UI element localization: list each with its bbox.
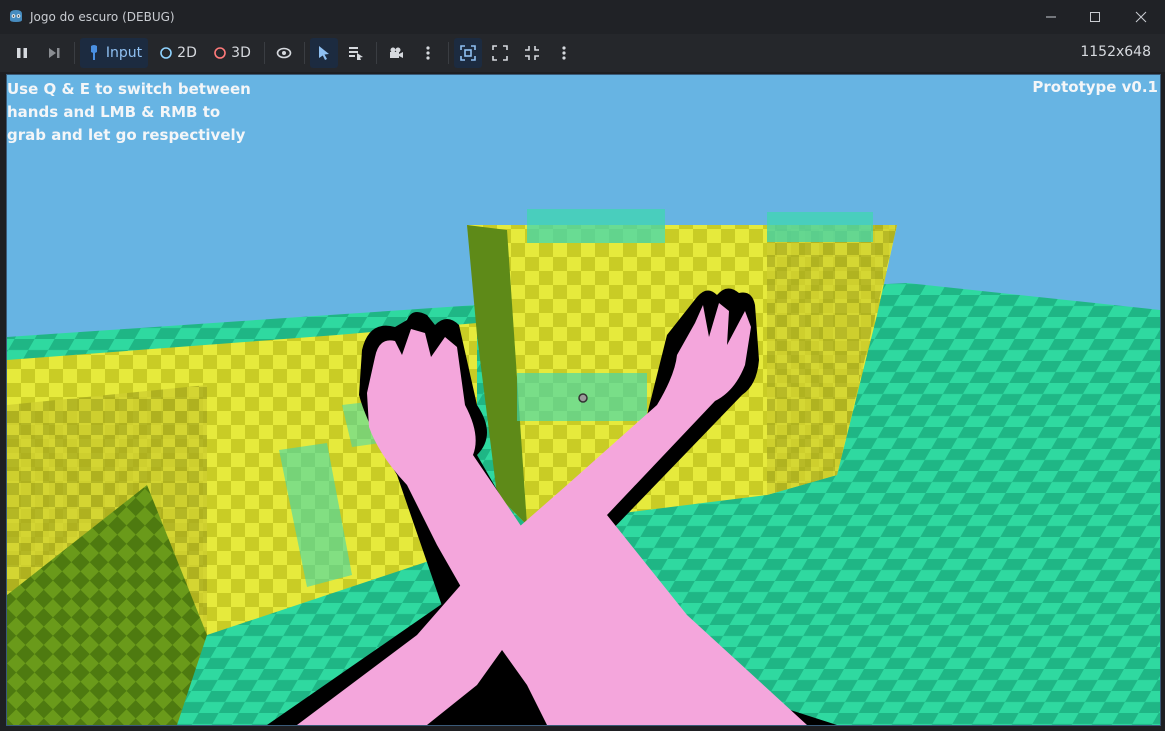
- kebab-menu-icon: [562, 46, 566, 60]
- mode-2d-label: 2D: [177, 45, 197, 61]
- kebab-menu-icon: [426, 46, 430, 60]
- visibility-button[interactable]: [270, 38, 298, 68]
- embed-game-button[interactable]: [454, 38, 482, 68]
- minimize-button[interactable]: [1040, 6, 1062, 28]
- godot-app-icon: [10, 10, 22, 22]
- maximize-button[interactable]: [1084, 6, 1106, 28]
- pause-button[interactable]: [8, 38, 36, 68]
- list-select-button[interactable]: [342, 38, 370, 68]
- shrink-icon: [525, 46, 539, 60]
- embed-frame-icon: [460, 45, 476, 61]
- circle-2d-icon: [160, 47, 172, 59]
- input-mode-label: Input: [105, 45, 143, 61]
- mode-3d-label: 3D: [231, 45, 251, 61]
- next-frame-button[interactable]: [40, 38, 68, 68]
- cursor-arrow-icon: [319, 46, 329, 60]
- controls-help-text: Use Q & E to switch between hands and LM…: [7, 80, 251, 144]
- next-frame-icon: [49, 48, 60, 58]
- fit-button[interactable]: [518, 38, 546, 68]
- input-mode-button[interactable]: Input: [80, 38, 148, 68]
- close-icon: [1135, 11, 1147, 23]
- more-options-button[interactable]: [550, 38, 578, 68]
- input-icon: [90, 45, 97, 60]
- minimize-icon: [1046, 16, 1056, 18]
- pause-icon: [17, 48, 27, 58]
- maximize-icon: [1090, 12, 1100, 22]
- fullscreen-button[interactable]: [486, 38, 514, 68]
- select-button[interactable]: [310, 38, 338, 68]
- expand-icon: [492, 45, 508, 61]
- game-viewport[interactable]: Use Q & E to switch between hands and LM…: [6, 74, 1161, 726]
- mode-2d-button[interactable]: 2D: [154, 38, 202, 68]
- window-title: Jogo do escuro (DEBUG): [30, 10, 175, 24]
- list-cursor-icon: [349, 47, 363, 60]
- window-titlebar: Jogo do escuro (DEBUG): [0, 0, 1165, 34]
- camera-button[interactable]: [382, 38, 410, 68]
- circle-3d-icon: [214, 47, 226, 59]
- glass-slab-top-2: [767, 212, 873, 242]
- camera-options-button[interactable]: [414, 38, 442, 68]
- mode-3d-button[interactable]: 3D: [208, 38, 256, 68]
- crosshair-icon: [578, 393, 588, 403]
- resolution-label: 1152x648: [1080, 44, 1151, 60]
- eye-icon: [276, 47, 292, 59]
- debug-toolbar: Input 2D 3D: [0, 34, 1165, 72]
- close-button[interactable]: [1130, 6, 1152, 28]
- glass-slab-top-1: [527, 209, 665, 243]
- version-label: Prototype v0.1: [1032, 78, 1158, 96]
- game-scene: [7, 75, 1160, 725]
- camera-icon: [390, 47, 403, 58]
